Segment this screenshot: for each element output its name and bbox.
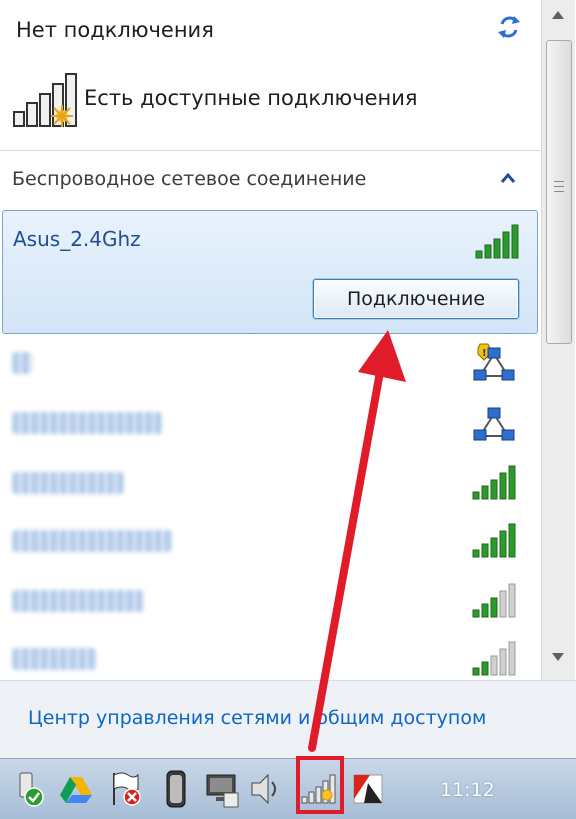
network-item[interactable] (0, 518, 540, 568)
network-flyout: Нет подключения Есть доступные подключен… (0, 0, 576, 680)
flyout-footer: Центр управления сетями и общим доступом (0, 680, 576, 759)
grip-line (554, 186, 564, 187)
scrollbar-thumb[interactable] (546, 40, 572, 344)
network-item[interactable]: ! (0, 340, 540, 390)
status-row: Есть доступные подключения (12, 72, 532, 132)
signal-strength-icon (472, 465, 516, 500)
blurred-ssid (12, 412, 162, 434)
signal-strength-icon (472, 523, 516, 558)
app-icon[interactable] (350, 769, 386, 809)
signal-strength-icon (472, 583, 516, 618)
network-center-link[interactable]: Центр управления сетями и общим доступом (28, 707, 486, 729)
network-icon (473, 407, 515, 441)
scroll-down-arrow-icon[interactable] (550, 650, 566, 664)
divider (0, 150, 540, 151)
network-item-selected[interactable]: Asus_2.4Ghz Подключение (2, 210, 538, 334)
volume-icon[interactable] (248, 769, 284, 809)
status-text: Есть доступные подключения (84, 86, 418, 110)
annotation-highlight-box (296, 756, 344, 814)
network-item[interactable] (0, 636, 540, 686)
secured-network-icon: ! (473, 343, 515, 381)
network-item[interactable] (0, 460, 540, 510)
signal-strength-icon (472, 641, 516, 676)
refresh-icon[interactable] (494, 12, 524, 42)
blurred-ssid (12, 648, 96, 670)
network-item[interactable] (0, 578, 540, 628)
grip-line (554, 191, 564, 192)
blurred-ssid (12, 530, 172, 552)
display-icon[interactable] (204, 769, 240, 809)
section-header: Беспроводное сетевое соединение (12, 168, 367, 190)
blurred-ssid (12, 590, 144, 612)
clock[interactable]: 11:12 (440, 779, 495, 801)
google-drive-icon[interactable] (58, 769, 94, 809)
network-ssid: Asus_2.4Ghz (13, 227, 141, 251)
blurred-ssid (12, 472, 124, 494)
usb-safe-remove-icon[interactable] (12, 769, 48, 809)
wifi-available-icon (13, 73, 77, 127)
flyout-title: Нет подключения (16, 18, 214, 42)
signal-strength-icon (475, 224, 519, 259)
scroll-up-arrow-icon[interactable] (550, 8, 566, 22)
collapse-chevron-icon[interactable] (498, 170, 518, 186)
scrollbar[interactable] (541, 0, 575, 680)
network-item[interactable] (0, 400, 540, 450)
action-center-flag-icon[interactable] (108, 769, 144, 809)
blurred-ssid (12, 352, 32, 374)
taskbar: 11:12 (0, 758, 576, 819)
battery-icon[interactable] (158, 769, 194, 809)
connect-button[interactable]: Подключение (313, 279, 519, 319)
grip-line (554, 181, 564, 182)
svg-text:!: ! (482, 348, 487, 359)
